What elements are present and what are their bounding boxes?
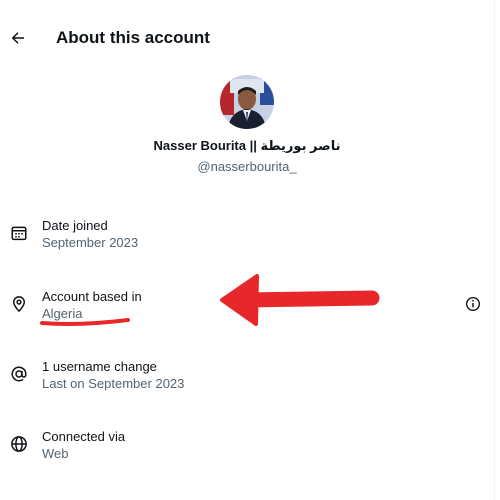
account-based-in-row: Account based in Algeria (0, 289, 494, 333)
at-sign-icon (8, 363, 30, 385)
info-button[interactable] (463, 294, 483, 314)
username: @nasserbourita_ (197, 159, 297, 174)
date-joined-value: September 2023 (42, 235, 139, 250)
connected-via-label: Connected via (42, 429, 126, 444)
username-change-row: 1 username change Last on September 2023 (0, 359, 494, 403)
connected-via-value: Web (42, 446, 69, 461)
connected-via-row: Connected via Web (0, 429, 494, 473)
calendar-icon (8, 222, 30, 244)
account-based-in-label: Account based in (42, 289, 142, 304)
back-arrow-icon (11, 32, 24, 44)
globe-icon (8, 433, 30, 455)
display-name: Nasser Bourita || ناصر بوريطة (153, 138, 341, 153)
date-joined-label: Date joined (42, 218, 108, 233)
back-button[interactable] (4, 24, 32, 52)
page-title: About this account (56, 28, 210, 47)
profile-summary: Nasser Bourita || ناصر بوريطة @nasserbou… (0, 75, 494, 174)
column-divider (494, 0, 495, 500)
header: About this account (0, 22, 494, 58)
location-pin-icon (8, 293, 30, 315)
username-change-label: 1 username change (42, 359, 157, 374)
info-icon (466, 297, 480, 311)
about-account-page: About this account Nasser Bourita || ناص… (0, 0, 500, 500)
avatar[interactable] (220, 75, 274, 129)
username-change-value: Last on September 2023 (42, 376, 185, 391)
account-based-in-value: Algeria (42, 306, 83, 321)
date-joined-row: Date joined September 2023 (0, 218, 494, 262)
